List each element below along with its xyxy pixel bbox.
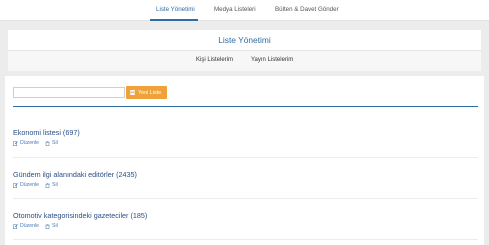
list-name[interactable]: Ekonomi listesi (697) [13, 128, 478, 137]
edit-link[interactable]: Düzenle [20, 223, 39, 229]
list-name-input[interactable] [13, 87, 125, 98]
list-container: Yeni Liste Ekonomi listesi (697) Düzenle… [5, 76, 484, 245]
new-list-label: Yeni Liste [138, 89, 162, 96]
active-tab-indicator [150, 19, 198, 21]
page-header: Liste Yönetimi [8, 30, 481, 50]
item-divider [13, 198, 478, 199]
tab-medya-listeleri[interactable]: Medya Listeleri [214, 6, 256, 13]
edit-icon [13, 223, 18, 229]
tab-bulten-davet-gonder[interactable]: Bülten & Davet Gönder [275, 6, 339, 13]
edit-icon [13, 140, 18, 146]
list-item: Otomotiv kategorisindeki gazeteciler (18… [13, 211, 478, 229]
new-list-button[interactable]: Yeni Liste [126, 86, 167, 99]
tab-liste-yonetimi[interactable]: Liste Yönetimi [156, 6, 195, 13]
toolbar-divider [13, 106, 478, 107]
list-item: Gündem ilgi alanındaki editörler (2435) … [13, 170, 478, 188]
trash-icon [45, 223, 50, 229]
delete-link[interactable]: Sil [52, 140, 58, 146]
edit-link[interactable]: Düzenle [20, 140, 39, 146]
delete-link[interactable]: Sil [52, 223, 58, 229]
top-navigation: Liste Yönetimi Medya Listeleri Bülten & … [0, 0, 489, 21]
list-name[interactable]: Gündem ilgi alanındaki editörler (2435) [13, 170, 478, 179]
list-name[interactable]: Otomotiv kategorisindeki gazeteciler (18… [13, 211, 478, 220]
save-icon [130, 90, 135, 95]
trash-icon [45, 140, 50, 146]
subtab-kisi-listelerim[interactable]: Kişi Listelerim [196, 57, 233, 63]
item-divider [13, 157, 478, 158]
edit-link[interactable]: Düzenle [20, 182, 39, 188]
page-title: Liste Yönetimi [218, 35, 271, 45]
edit-icon [13, 182, 18, 188]
trash-icon [45, 182, 50, 188]
sub-tabs: Kişi Listelerim Yayın Listelerim [8, 50, 481, 71]
item-divider [13, 239, 478, 240]
subtab-yayin-listelerim[interactable]: Yayın Listelerim [251, 57, 293, 63]
list-item: Ekonomi listesi (697) Düzenle Sil [13, 128, 478, 146]
delete-link[interactable]: Sil [52, 182, 58, 188]
